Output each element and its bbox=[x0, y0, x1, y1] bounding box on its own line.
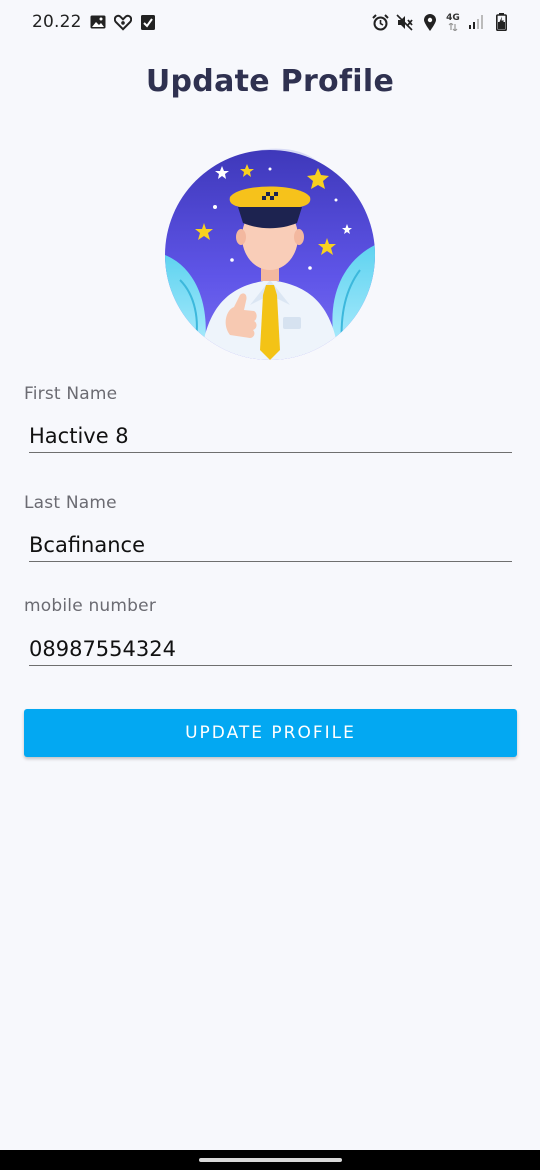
navigation-bar bbox=[0, 1150, 540, 1170]
network-type-icon: 4G bbox=[446, 13, 460, 31]
location-icon bbox=[421, 13, 439, 31]
heart-app-icon bbox=[113, 13, 132, 31]
driver-illustration bbox=[165, 148, 375, 360]
last-name-input[interactable] bbox=[29, 528, 512, 562]
first-name-field: First Name bbox=[24, 384, 516, 453]
profile-avatar bbox=[160, 145, 380, 365]
page-title: Update Profile bbox=[145, 64, 395, 99]
last-name-field: Last Name bbox=[24, 493, 516, 562]
signal-icon bbox=[467, 13, 485, 31]
status-right: 4G bbox=[371, 13, 510, 31]
mute-icon bbox=[396, 13, 414, 31]
checkbox-icon bbox=[139, 13, 157, 31]
status-time: 20.22 bbox=[32, 12, 82, 32]
status-left: 20.22 bbox=[32, 12, 157, 32]
home-gesture-handle[interactable] bbox=[199, 1158, 342, 1162]
first-name-label: First Name bbox=[24, 384, 118, 404]
mobile-number-field: mobile number bbox=[24, 596, 516, 666]
status-bar: 20.22 4G bbox=[0, 0, 540, 44]
gallery-icon bbox=[89, 13, 107, 31]
alarm-icon bbox=[371, 13, 389, 31]
update-profile-button[interactable]: UPDATE PROFILE bbox=[24, 709, 517, 757]
battery-charging-icon bbox=[492, 13, 510, 31]
mobile-number-input[interactable] bbox=[29, 632, 512, 666]
mobile-number-label: mobile number bbox=[24, 596, 157, 616]
first-name-input[interactable] bbox=[29, 419, 512, 453]
last-name-label: Last Name bbox=[24, 493, 117, 513]
